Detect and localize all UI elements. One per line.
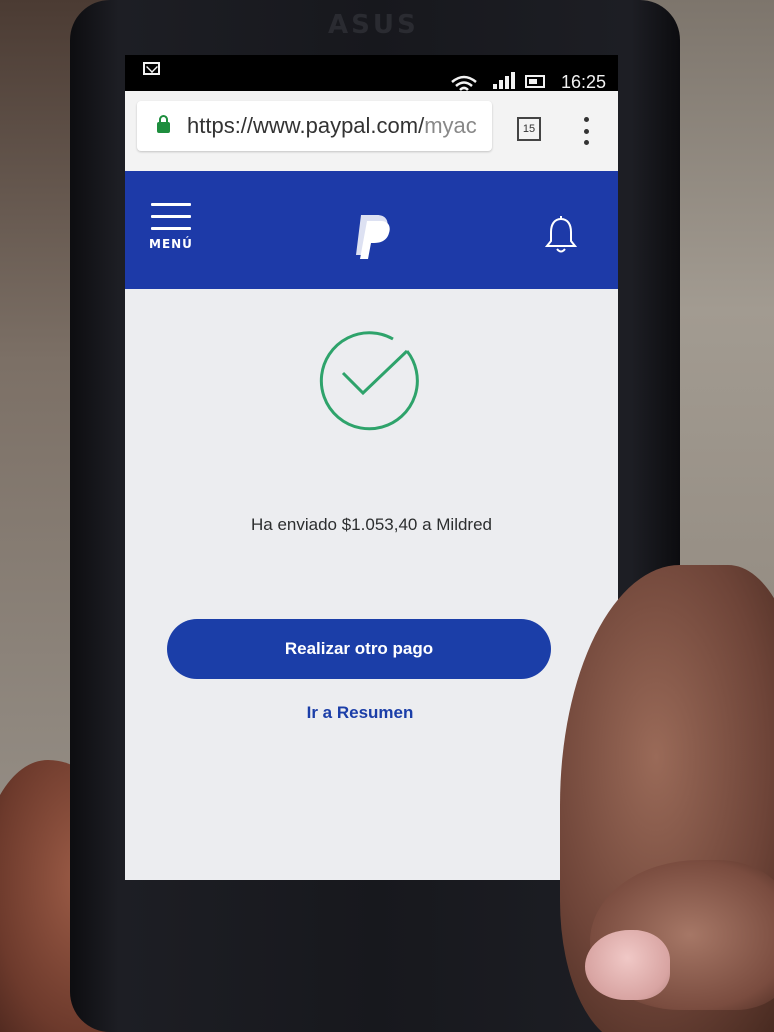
payment-sent-message: Ha enviado $1.053,40 a Mildred (251, 515, 492, 534)
confirmation-panel: Ha enviado $1.053,40 a Mildred Realizar … (125, 289, 618, 880)
device-brand: ASUS (328, 10, 419, 40)
paypal-logo[interactable] (353, 211, 393, 261)
browser-toolbar: https://www.paypal.com/myac 15 (125, 91, 618, 171)
thumb-nail (585, 930, 670, 1000)
signal-icon (493, 72, 515, 89)
url-main: https://www.paypal.com/ (187, 113, 425, 138)
status-bar: 16:25 (125, 55, 618, 95)
hamburger-icon[interactable] (151, 203, 191, 239)
make-another-payment-button[interactable]: Realizar otro pago (167, 619, 551, 679)
more-icon[interactable] (583, 117, 589, 145)
menu-label[interactable]: MENÚ (149, 237, 193, 251)
phone-screen: 16:25 https://www.paypal.com/myac 15 MEN… (125, 55, 618, 880)
address-bar[interactable]: https://www.paypal.com/myac (137, 101, 492, 151)
lock-icon (157, 115, 170, 133)
battery-icon (525, 75, 545, 88)
url-text: https://www.paypal.com/myac (187, 113, 477, 139)
go-to-summary-link[interactable]: Ir a Resumen (125, 703, 595, 723)
url-dim: myac (424, 113, 477, 138)
bell-icon[interactable] (545, 215, 577, 255)
mail-icon (143, 62, 160, 75)
paypal-header: MENÚ (125, 171, 618, 289)
status-time: 16:25 (561, 72, 607, 92)
check-circle-icon (319, 331, 419, 431)
tab-switcher-button[interactable]: 15 (517, 117, 541, 141)
